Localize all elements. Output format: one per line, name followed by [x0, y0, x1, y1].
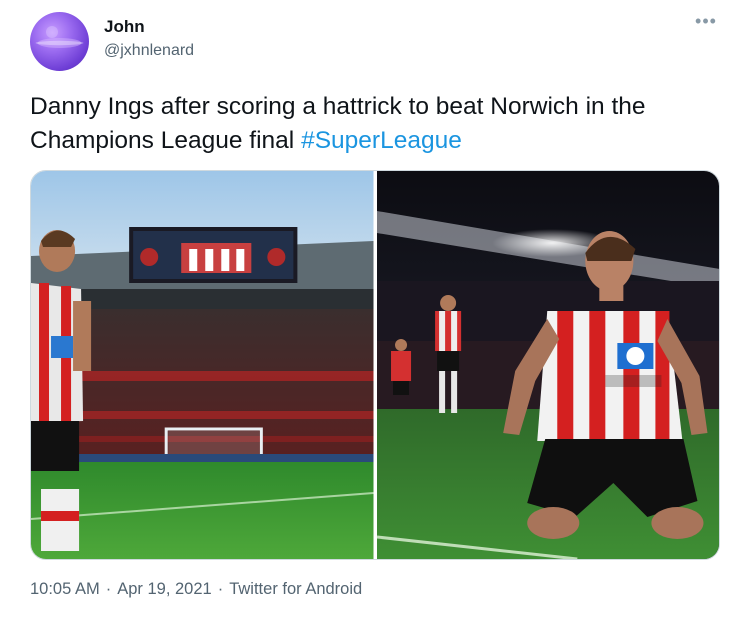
celebration-photo-image: [376, 171, 719, 559]
tweet-card: John @jxhnlenard ••• Danny Ings after sc…: [0, 0, 750, 622]
display-name[interactable]: John: [104, 17, 145, 37]
tweet-media-grid: [30, 170, 720, 560]
separator-dot: ·: [217, 580, 224, 598]
user-handle[interactable]: @jxhnlenard: [104, 42, 194, 60]
tweet-photo-1[interactable]: [31, 171, 374, 559]
more-options-icon[interactable]: •••: [694, 12, 718, 32]
tweet-date[interactable]: Apr 19, 2021: [117, 580, 212, 598]
tweet-metadata: 10:05 AM · Apr 19, 2021 · Twitter for Androi…: [30, 580, 362, 599]
stadium-photo-image: [31, 171, 374, 559]
hashtag-link[interactable]: #SuperLeague: [301, 127, 462, 154]
avatar[interactable]: [30, 12, 89, 71]
separator-dot: ·: [105, 580, 112, 598]
tweet-time[interactable]: 10:05 AM: [30, 580, 100, 598]
tweet-source[interactable]: Twitter for Android: [229, 580, 362, 598]
tweet-photo-2[interactable]: [376, 171, 719, 559]
tweet-text: Danny Ings after scoring a hattrick to b…: [30, 90, 720, 158]
